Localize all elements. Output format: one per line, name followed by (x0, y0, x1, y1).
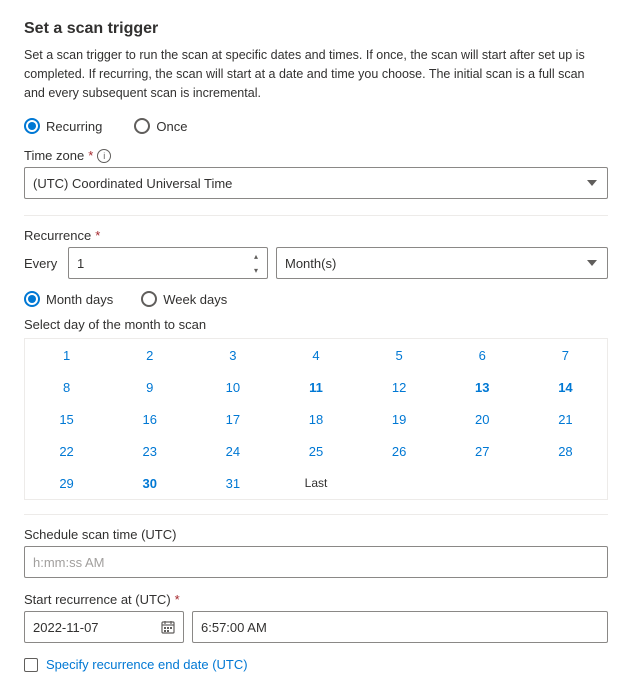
end-date-label[interactable]: Specify recurrence end date (UTC) (46, 657, 248, 672)
calendar-day-8[interactable]: 8 (25, 371, 108, 403)
week-days-radio-circle[interactable] (141, 291, 157, 307)
page-title: Set a scan trigger (24, 20, 608, 38)
every-number-wrapper: ▴ ▾ (68, 247, 268, 279)
once-radio-circle[interactable] (134, 118, 150, 134)
once-label: Once (156, 119, 187, 134)
calendar-day-14[interactable]: 14 (524, 371, 607, 403)
calendar-day-Last[interactable]: Last (274, 467, 357, 499)
calendar-grid: 1234567891011121314151617181920212223242… (24, 338, 608, 500)
timezone-select[interactable]: (UTC) Coordinated Universal Time (UTC-05… (24, 167, 608, 199)
calendar-day-16[interactable]: 16 (108, 403, 191, 435)
date-input-wrapper (24, 611, 184, 643)
calendar-day-22[interactable]: 22 (25, 435, 108, 467)
calendar-day-29[interactable]: 29 (25, 467, 108, 499)
month-days-label: Month days (46, 292, 113, 307)
spinner-up-button[interactable]: ▴ (246, 249, 266, 263)
calendar-day-10[interactable]: 10 (191, 371, 274, 403)
calendar-day-7[interactable]: 7 (524, 339, 607, 371)
calendar-icon (161, 620, 175, 634)
spinner-buttons: ▴ ▾ (246, 249, 266, 277)
calendar-day-13[interactable]: 13 (441, 371, 524, 403)
scan-time-label: Schedule scan time (UTC) (24, 527, 608, 542)
calendar-day-28[interactable]: 28 (524, 435, 607, 467)
scan-time-section: Schedule scan time (UTC) (24, 527, 608, 578)
timezone-info-icon[interactable]: i (97, 149, 111, 163)
calendar-day-31[interactable]: 31 (191, 467, 274, 499)
end-date-checkbox[interactable] (24, 658, 38, 672)
recurring-radio-circle[interactable] (24, 118, 40, 134)
calendar-day-11[interactable]: 11 (274, 371, 357, 403)
calendar-title: Select day of the month to scan (24, 317, 608, 332)
month-days-radio[interactable]: Month days (24, 291, 113, 307)
recurring-radio[interactable]: Recurring (24, 118, 102, 134)
calendar-day-19[interactable]: 19 (358, 403, 441, 435)
calendar-day-9[interactable]: 9 (108, 371, 191, 403)
divider-2 (24, 514, 608, 515)
divider-1 (24, 215, 608, 216)
calendar-day-23[interactable]: 23 (108, 435, 191, 467)
calendar-day-17[interactable]: 17 (191, 403, 274, 435)
end-date-row: Specify recurrence end date (UTC) (24, 657, 608, 672)
start-time-input[interactable] (192, 611, 608, 643)
calendar-day-12[interactable]: 12 (358, 371, 441, 403)
month-days-radio-circle[interactable] (24, 291, 40, 307)
calendar-day-25[interactable]: 25 (274, 435, 357, 467)
calendar-day-30[interactable]: 30 (108, 467, 191, 499)
every-number-input[interactable] (68, 247, 268, 279)
calendar-day-2[interactable]: 2 (108, 339, 191, 371)
calendar-day-21[interactable]: 21 (524, 403, 607, 435)
week-days-radio[interactable]: Week days (141, 291, 227, 307)
calendar-day-3[interactable]: 3 (191, 339, 274, 371)
calendar-day-18[interactable]: 18 (274, 403, 357, 435)
recurring-label: Recurring (46, 119, 102, 134)
recurrence-label: Recurrence * (24, 228, 608, 243)
calendar-day-4[interactable]: 4 (274, 339, 357, 371)
recurrence-row: Every ▴ ▾ Month(s) Day(s) Week(s) Year(s… (24, 247, 608, 279)
trigger-type-group: Recurring Once (24, 118, 608, 134)
once-radio[interactable]: Once (134, 118, 187, 134)
calendar-day-20[interactable]: 20 (441, 403, 524, 435)
calendar-section: Select day of the month to scan 12345678… (24, 317, 608, 500)
period-select-wrapper: Month(s) Day(s) Week(s) Year(s) (276, 247, 608, 279)
calendar-icon-button[interactable] (154, 613, 182, 641)
start-recurrence-section: Start recurrence at (UTC) * (24, 592, 608, 643)
start-recurrence-row (24, 611, 608, 643)
spinner-down-button[interactable]: ▾ (246, 263, 266, 277)
calendar-day-6[interactable]: 6 (441, 339, 524, 371)
timezone-section: Time zone * i (UTC) Coordinated Universa… (24, 148, 608, 199)
calendar-day-5[interactable]: 5 (358, 339, 441, 371)
description-text: Set a scan trigger to run the scan at sp… (24, 46, 608, 102)
calendar-day-15[interactable]: 15 (25, 403, 108, 435)
every-label: Every (24, 256, 60, 271)
daytype-group: Month days Week days (24, 291, 608, 307)
calendar-day-26[interactable]: 26 (358, 435, 441, 467)
period-select[interactable]: Month(s) Day(s) Week(s) Year(s) (276, 247, 608, 279)
calendar-day-27[interactable]: 27 (441, 435, 524, 467)
timezone-label: Time zone * i (24, 148, 608, 163)
scan-time-input[interactable] (24, 546, 608, 578)
week-days-label: Week days (163, 292, 227, 307)
start-recurrence-label: Start recurrence at (UTC) * (24, 592, 608, 607)
calendar-day-1[interactable]: 1 (25, 339, 108, 371)
recurrence-section: Recurrence * Every ▴ ▾ Month(s) Day(s) W… (24, 228, 608, 279)
calendar-day-24[interactable]: 24 (191, 435, 274, 467)
